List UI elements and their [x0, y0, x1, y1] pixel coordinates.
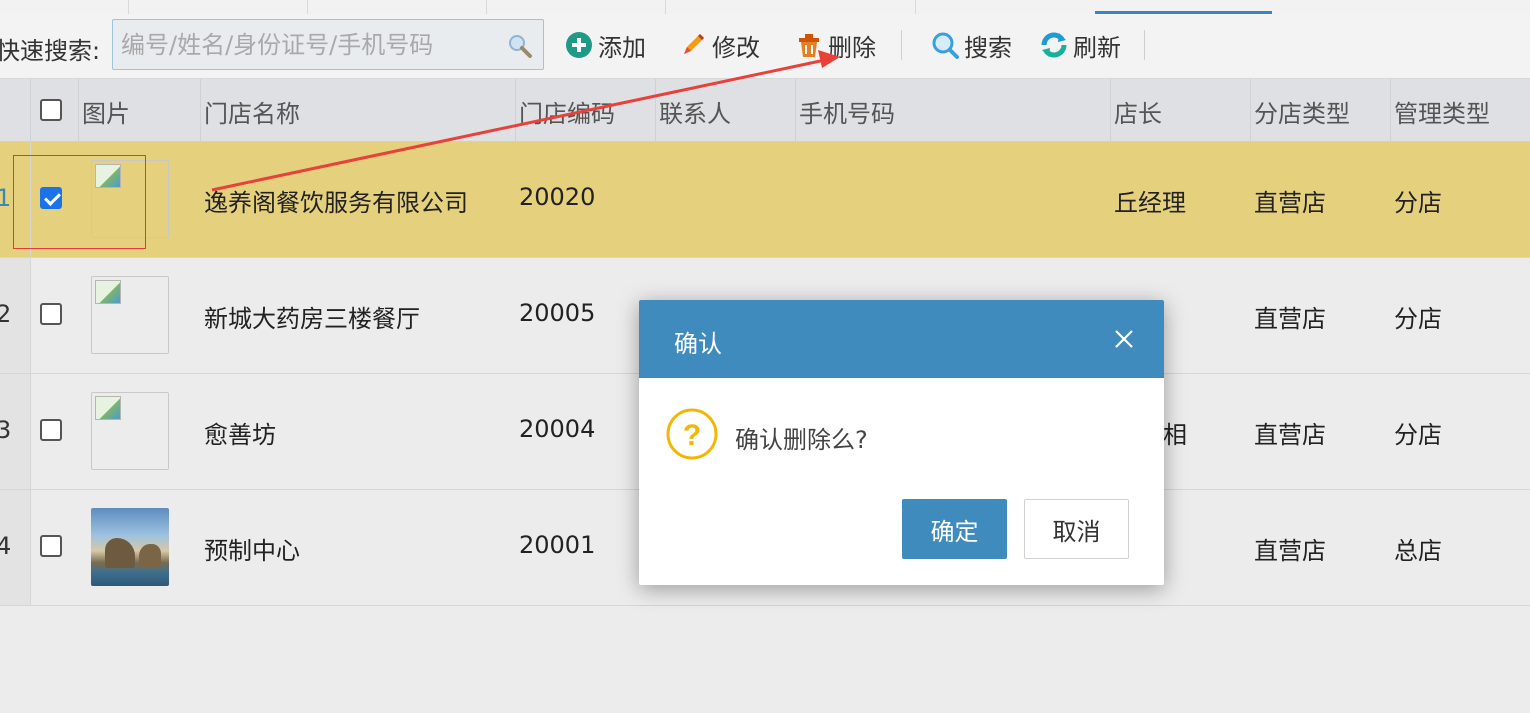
header-branch-type[interactable]: 分店类型 [1254, 94, 1350, 129]
mgmt-type-cell: 分店 [1394, 305, 1442, 333]
header-image[interactable]: 图片 [82, 94, 130, 129]
store-code-cell: 20001 [519, 531, 596, 559]
tab-separator [486, 0, 487, 14]
header-mgmt-type[interactable]: 管理类型 [1394, 94, 1490, 129]
magnifier-icon [930, 30, 960, 60]
row-number: 4 [0, 490, 31, 605]
toolbar-divider [1144, 30, 1145, 60]
trash-icon [794, 30, 824, 60]
store-code-cell: 20004 [519, 415, 596, 443]
store-name-cell: 逸养阁餐饮服务有限公司 [204, 189, 468, 217]
dialog-message: 确认删除么? [735, 426, 868, 454]
add-button[interactable]: 添加 [564, 28, 646, 62]
svg-text:?: ? [683, 419, 701, 452]
confirm-dialog: 确认 ? 确认删除么? 确定 取消 [639, 300, 1164, 585]
edit-button-label: 修改 [712, 33, 760, 62]
row-checkbox[interactable] [40, 419, 62, 441]
store-name-cell: 预制中心 [204, 537, 300, 565]
tab-separator [307, 0, 308, 14]
pencil-icon [678, 30, 708, 60]
tab-separator [665, 0, 666, 14]
search-button[interactable]: 搜索 [930, 28, 1012, 62]
search-box[interactable] [112, 19, 544, 70]
edit-button[interactable]: 修改 [678, 28, 760, 62]
refresh-button-label: 刷新 [1073, 33, 1121, 62]
header-manager[interactable]: 店长 [1114, 94, 1162, 129]
search-icon[interactable] [507, 33, 533, 63]
header-divider [795, 79, 796, 141]
close-icon[interactable] [1111, 326, 1137, 352]
header-store-name[interactable]: 门店名称 [204, 94, 300, 129]
header-divider [1110, 79, 1111, 141]
add-button-label: 添加 [598, 33, 646, 62]
select-all-checkbox[interactable] [40, 99, 62, 121]
branch-type-cell: 直营店 [1254, 537, 1326, 565]
store-name-cell: 愈善坊 [204, 421, 276, 449]
tab-separator [915, 0, 916, 14]
cancel-button[interactable]: 取消 [1024, 499, 1129, 559]
add-circle-icon [564, 30, 594, 60]
header-divider [1250, 79, 1251, 141]
row-number-text: 4 [0, 532, 12, 560]
search-input[interactable] [119, 29, 503, 61]
row-number-text: 2 [0, 300, 12, 328]
table-row[interactable]: 1 逸养阁餐饮服务有限公司 20020 丘经理 直营店 分店 [0, 142, 1530, 258]
row-number: 3 [0, 374, 31, 489]
toolbar: 快速搜索: 添加 修改 删除 搜索 刷新 [0, 14, 1530, 79]
dialog-header: 确认 [639, 300, 1164, 378]
manager-cell: 丘经理 [1114, 189, 1186, 217]
toolbar-divider [901, 30, 902, 60]
row-checkbox[interactable] [40, 303, 62, 325]
quick-search-label: 快速搜索: [0, 37, 101, 65]
header-phone[interactable]: 手机号码 [799, 94, 895, 129]
refresh-button[interactable]: 刷新 [1039, 28, 1121, 62]
store-image [91, 276, 169, 354]
tab-separator [128, 0, 129, 14]
store-name-cell: 新城大药房三楼餐厅 [204, 305, 420, 333]
question-icon: ? [665, 407, 719, 461]
row-number-text: 1 [0, 184, 12, 212]
store-image [91, 392, 169, 470]
header-divider [655, 79, 656, 141]
row-number-text: 3 [0, 416, 12, 444]
row-number: 2 [0, 258, 31, 373]
store-code-cell: 20005 [519, 299, 596, 327]
delete-button-label: 删除 [828, 33, 876, 62]
dialog-title: 确认 [674, 330, 722, 358]
mgmt-type-cell: 总店 [1394, 537, 1442, 565]
tab-strip [0, 0, 1530, 15]
refresh-icon [1039, 30, 1069, 60]
header-divider [30, 79, 31, 141]
branch-type-cell: 直营店 [1254, 305, 1326, 333]
header-store-code[interactable]: 门店编码 [519, 94, 615, 129]
confirm-button[interactable]: 确定 [902, 499, 1007, 559]
header-divider [78, 79, 79, 141]
store-code-cell: 20020 [519, 183, 596, 211]
header-divider [200, 79, 201, 141]
manager-cell: 相 [1163, 421, 1187, 449]
delete-button[interactable]: 删除 [794, 28, 876, 62]
header-divider [515, 79, 516, 141]
annotation-highlight-box [13, 155, 146, 249]
store-image [91, 508, 169, 586]
header-contact[interactable]: 联系人 [659, 94, 731, 129]
grid-header: 图片 门店名称 门店编码 联系人 手机号码 店长 分店类型 管理类型 [0, 79, 1530, 142]
header-divider [1390, 79, 1391, 141]
branch-type-cell: 直营店 [1254, 421, 1326, 449]
branch-type-cell: 直营店 [1254, 189, 1326, 217]
mgmt-type-cell: 分店 [1394, 421, 1442, 449]
mgmt-type-cell: 分店 [1394, 189, 1442, 217]
row-checkbox[interactable] [40, 535, 62, 557]
search-button-label: 搜索 [964, 33, 1012, 62]
